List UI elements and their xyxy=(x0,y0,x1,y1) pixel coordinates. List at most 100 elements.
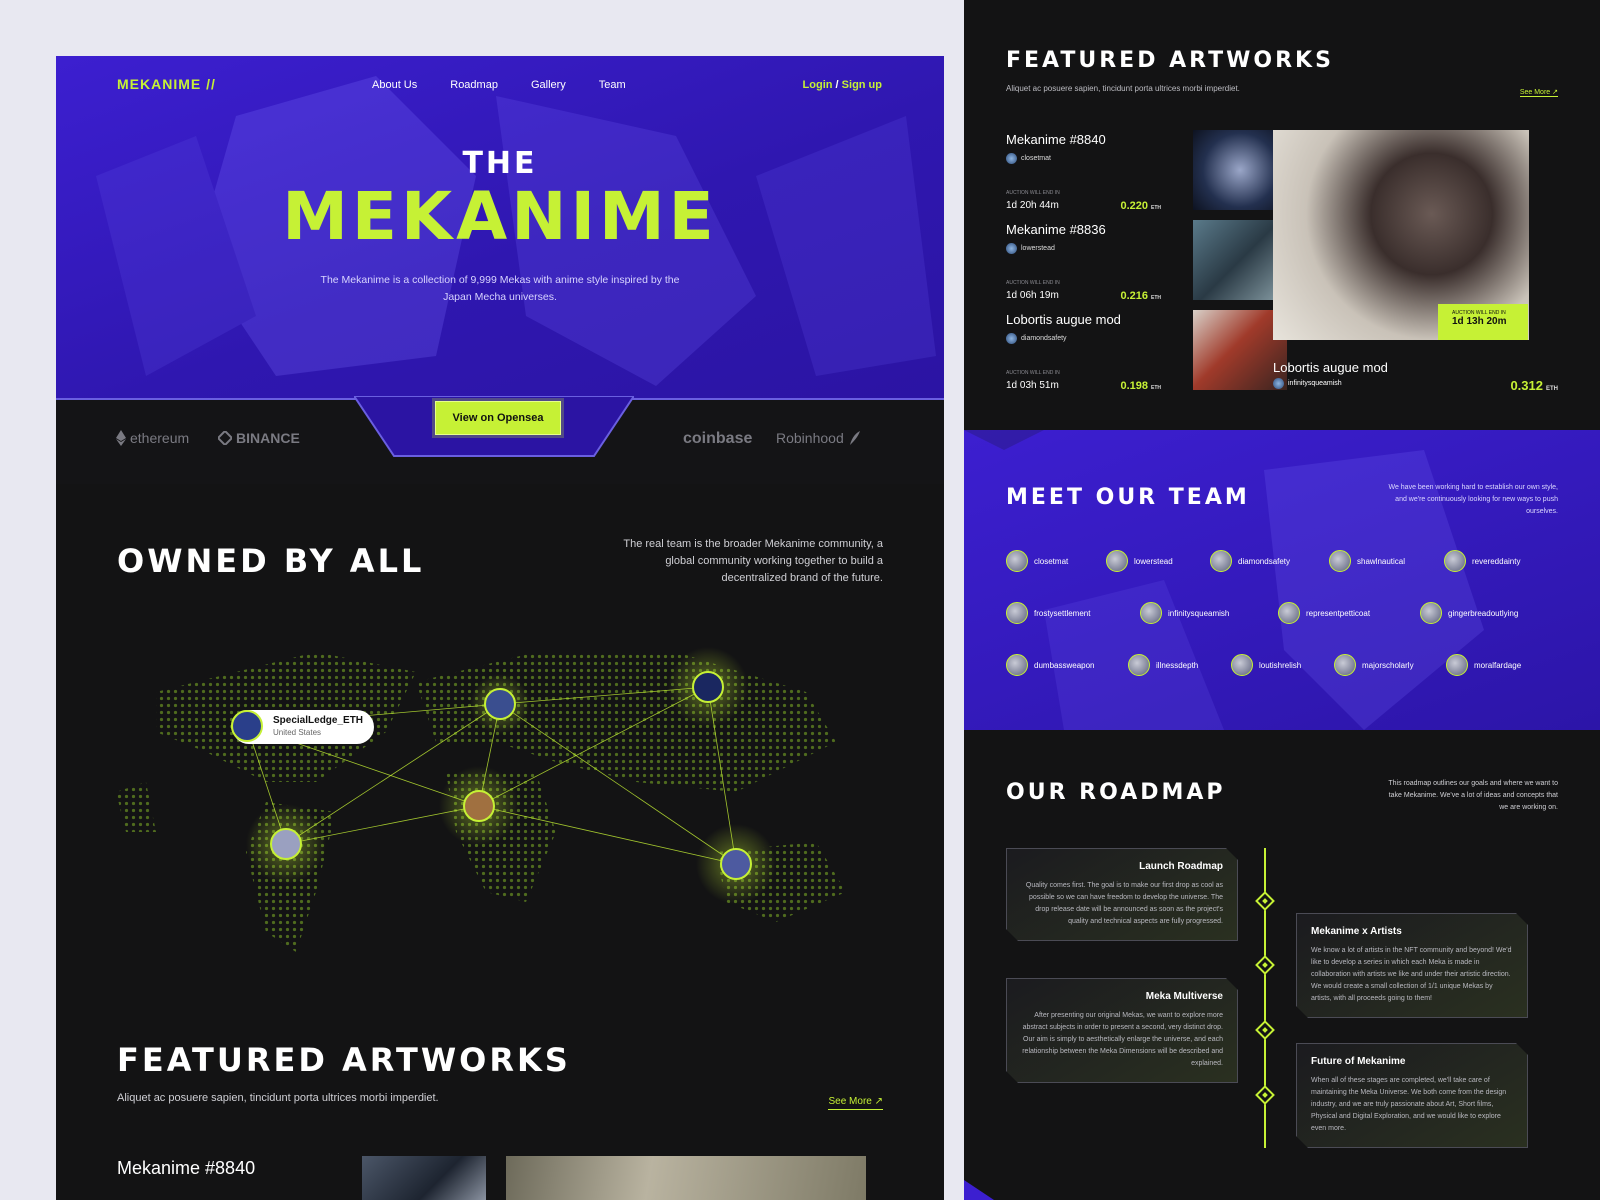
team-section: MEET OUR TEAM We have been working hard … xyxy=(964,430,1600,730)
owned-description: The real team is the broader Mekanime co… xyxy=(623,538,883,584)
team-member[interactable]: infinitysqueamish xyxy=(1140,602,1229,624)
roadmap-card[interactable]: Future of Mekanime When all of these sta… xyxy=(1296,1043,1528,1148)
member-avatar xyxy=(1006,654,1028,676)
auction-label: AUCTION WILL END IN xyxy=(1006,280,1060,286)
hero-title: MEKANIME xyxy=(282,178,718,255)
member-avatar xyxy=(1006,550,1028,572)
roadmap-title: OUR ROADMAP xyxy=(1006,780,1226,805)
member-name: loutishrelish xyxy=(1259,660,1302,670)
artwork-name: Mekanime #8836 xyxy=(1006,222,1106,237)
featured-title: FEATURED ARTWORKS xyxy=(1006,48,1334,73)
nav-roadmap[interactable]: Roadmap xyxy=(450,79,498,91)
member-name: shawlnautical xyxy=(1357,556,1406,566)
team-member[interactable]: moralfardage xyxy=(1446,654,1521,676)
team-member[interactable]: loutishrelish xyxy=(1231,654,1301,676)
timeline-marker xyxy=(1255,1020,1275,1040)
brand-logo[interactable]: MEKANIME // xyxy=(117,76,216,92)
member-name: representpetticoat xyxy=(1306,608,1371,618)
member-avatar xyxy=(1446,654,1468,676)
coinbase-logo: coinbase xyxy=(683,430,752,448)
featured-subtitle: Aliquet ac posuere sapien, tincidunt por… xyxy=(1006,84,1240,93)
artwork-name[interactable]: Mekanime #8840 xyxy=(117,1158,255,1179)
team-member[interactable]: representpetticoat xyxy=(1278,602,1370,624)
artwork-owner: infinitysqueamish xyxy=(1273,378,1342,389)
owner-name: diamondsafety xyxy=(1021,335,1067,342)
team-title: MEET OUR TEAM xyxy=(1006,485,1250,510)
signup-link[interactable]: Sign up xyxy=(842,79,882,91)
member-name: frostysettlement xyxy=(1034,608,1091,618)
team-member[interactable]: revereddainty xyxy=(1444,550,1520,572)
timeline-marker xyxy=(1255,891,1275,911)
artwork-feature-image[interactable] xyxy=(506,1156,866,1200)
artwork-item[interactable]: Mekanime #8840 closetmat AUCTION WILL EN… xyxy=(1006,132,1161,212)
team-member[interactable]: diamondsafety xyxy=(1210,550,1290,572)
auth-links: Login / Sign up xyxy=(803,79,882,91)
main-nav: About Us Roadmap Gallery Team xyxy=(372,79,626,91)
see-more-link[interactable]: See More ↗ xyxy=(828,1096,883,1110)
roadmap-card-text: We know a lot of artists in the NFT comm… xyxy=(1311,947,1512,1002)
auction-time: 1d 06h 19m xyxy=(1006,290,1059,301)
mecha-background-art xyxy=(964,430,1484,730)
map-node-avatar xyxy=(720,848,752,880)
hero-section: MEKANIME // About Us Roadmap Gallery Tea… xyxy=(56,56,944,398)
map-node-avatar xyxy=(692,671,724,703)
team-member[interactable]: gingerbreadoutlying xyxy=(1420,602,1518,624)
ethereum-icon xyxy=(116,430,126,446)
roadmap-card-text: When all of these stages are completed, … xyxy=(1311,1077,1507,1132)
artwork-price: 0.220 ETH xyxy=(1120,200,1161,212)
timeline-marker xyxy=(1255,955,1275,975)
landing-page-preview: MEKANIME // About Us Roadmap Gallery Tea… xyxy=(56,56,944,1200)
member-name: diamondsafety xyxy=(1238,556,1291,566)
ethereum-wordmark: ethereum xyxy=(130,430,190,446)
owned-title: OWNED BY ALL xyxy=(117,542,425,580)
member-name: majorscholarly xyxy=(1362,660,1414,670)
roadmap-card-title: Future of Mekanime xyxy=(1311,1056,1406,1067)
nav-gallery[interactable]: Gallery xyxy=(531,79,566,91)
featured-subtitle: Aliquet ac posuere sapien, tincidunt por… xyxy=(117,1092,439,1104)
map-node-avatar xyxy=(270,828,302,860)
login-link[interactable]: Login xyxy=(803,79,833,91)
world-map: SpecialLedge_ETH United States xyxy=(116,647,846,952)
roadmap-card[interactable]: Mekanime x Artists We know a lot of arti… xyxy=(1296,913,1528,1018)
owner-name: closetmat xyxy=(1021,155,1051,162)
robinhood-logo: Robinhood xyxy=(776,430,860,446)
member-avatar xyxy=(1444,550,1466,572)
nav-about-us[interactable]: About Us xyxy=(372,79,417,91)
artwork-name: Lobortis augue mod xyxy=(1006,312,1121,327)
team-member[interactable]: closetmat xyxy=(1006,550,1068,572)
member-name: infinitysqueamish xyxy=(1168,608,1230,618)
member-name: moralfardage xyxy=(1474,660,1522,670)
artwork-item[interactable]: Lobortis augue mod diamondsafety AUCTION… xyxy=(1006,312,1161,392)
auction-label: AUCTION WILL END IN xyxy=(1006,370,1060,376)
team-member[interactable]: lowerstead xyxy=(1106,550,1173,572)
roadmap-card-title: Launch Roadmap xyxy=(1139,861,1223,872)
robinhood-wordmark: Robinhood xyxy=(776,430,844,446)
see-more-link[interactable]: See More ↗ xyxy=(1519,88,1558,97)
artwork-item[interactable]: Mekanime #8836 lowerstead AUCTION WILL E… xyxy=(1006,222,1161,302)
member-avatar xyxy=(1140,602,1162,624)
team-member[interactable]: illnessdepth xyxy=(1128,654,1198,676)
member-name: illnessdepth xyxy=(1156,660,1199,670)
artwork-thumbnail[interactable] xyxy=(362,1156,486,1200)
featured-title: FEATURED ARTWORKS xyxy=(117,1041,571,1079)
member-name: closetmat xyxy=(1034,556,1069,566)
artwork-price: 0.216 ETH xyxy=(1120,290,1161,302)
team-member[interactable]: dumbassweapon xyxy=(1006,654,1094,676)
team-member[interactable]: shawlnautical xyxy=(1329,550,1405,572)
roadmap-card-title: Meka Multiverse xyxy=(1145,991,1223,1002)
team-member[interactable]: majorscholarly xyxy=(1334,654,1414,676)
artwork-name[interactable]: Lobortis augue mod xyxy=(1273,360,1388,375)
team-description: We have been working hard to establish o… xyxy=(1388,484,1558,515)
owner-avatar xyxy=(1006,333,1017,344)
map-tooltip[interactable]: SpecialLedge_ETH United States xyxy=(231,710,374,744)
team-member[interactable]: frostysettlement xyxy=(1006,602,1090,624)
nav-team[interactable]: Team xyxy=(599,79,626,91)
artwork-price: 0.198 ETH xyxy=(1120,380,1161,392)
map-node-avatar xyxy=(463,790,495,822)
timeline-marker xyxy=(1255,1085,1275,1105)
roadmap-card[interactable]: Meka Multiverse After presenting our ori… xyxy=(1006,978,1238,1083)
roadmap-card[interactable]: Launch Roadmap Quality comes first. The … xyxy=(1006,848,1238,941)
hero-description: The Mekanime is a collection of 9,999 Me… xyxy=(320,274,680,303)
member-avatar xyxy=(1210,550,1232,572)
view-on-opensea-button[interactable]: View on Opensea xyxy=(435,401,561,435)
